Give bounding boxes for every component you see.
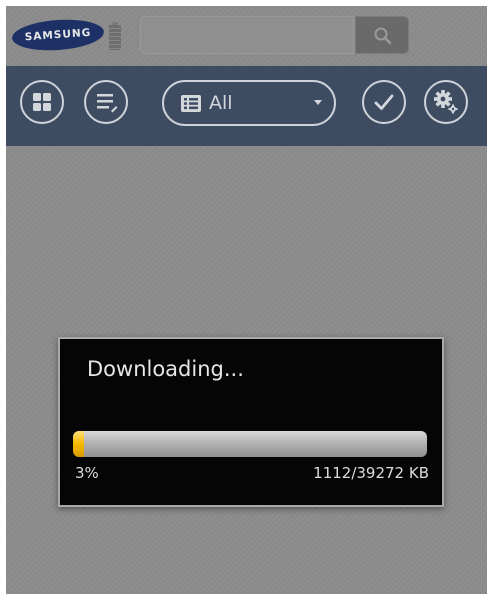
- top-bar: SAMSUNG: [6, 6, 487, 66]
- list-edit-icon: [97, 94, 118, 113]
- download-progress-dialog: Downloading... 3% 1112/39272 KB: [58, 337, 444, 507]
- download-progress-fill: [73, 431, 84, 457]
- list-view-button[interactable]: [84, 80, 128, 124]
- progress-size: 1112/39272 KB: [313, 464, 429, 482]
- toolbar: All: [6, 66, 487, 146]
- list-icon: [181, 95, 201, 112]
- check-icon: [374, 94, 394, 110]
- battery-icon: [109, 22, 121, 50]
- search-input[interactable]: [140, 16, 354, 54]
- app-screen: SAMSUNG All Downloading... 3% 1112/39272…: [6, 6, 487, 594]
- grid-view-button[interactable]: [20, 80, 64, 124]
- dialog-title: Downloading...: [87, 357, 244, 381]
- select-all-button[interactable]: [362, 80, 406, 124]
- filter-dropdown[interactable]: All: [162, 80, 336, 126]
- gear-icon: [434, 90, 458, 114]
- grid-icon: [33, 93, 51, 111]
- filter-selected-value: All: [209, 92, 233, 114]
- progress-percent: 3%: [75, 464, 99, 482]
- download-progress-bar: [73, 431, 427, 457]
- settings-button[interactable]: [424, 80, 468, 124]
- search-button[interactable]: [355, 16, 409, 54]
- search-icon: [374, 27, 392, 45]
- samsung-logo: SAMSUNG: [11, 16, 105, 54]
- chevron-down-icon: [314, 100, 322, 105]
